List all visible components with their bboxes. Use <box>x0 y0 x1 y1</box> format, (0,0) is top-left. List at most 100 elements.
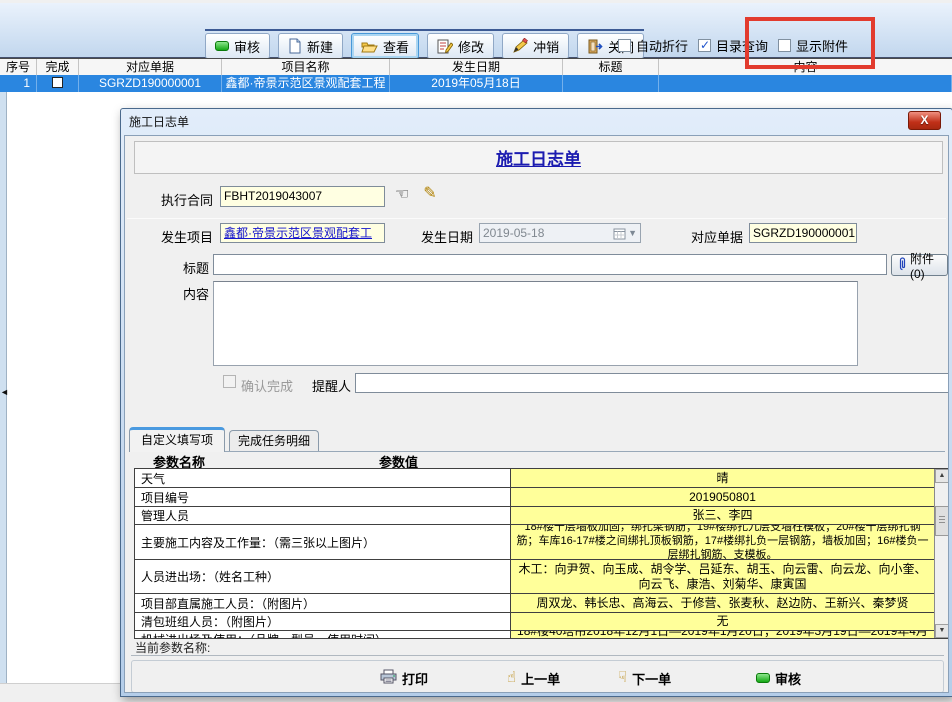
param-row[interactable]: 项目编号 2019050801 <box>135 488 934 507</box>
param-row[interactable]: 天气 晴 <box>135 469 934 488</box>
view-button-label: 查看 <box>383 37 409 56</box>
column-header-project[interactable]: 项目名称 <box>222 59 390 76</box>
param-row[interactable]: 机械进出场及使用：（品牌、型号、使用时间） 18#楼40塔吊2018年12月1日… <box>135 631 934 639</box>
project-link[interactable]: 鑫都·帝景示范区景观配套工 <box>224 226 372 240</box>
param-name: 清包班组人员：（附图片） <box>135 613 511 630</box>
column-header-seq[interactable]: 序号 <box>0 59 37 76</box>
param-name: 管理人员 <box>135 507 511 524</box>
approve-button[interactable]: 审核 <box>205 33 270 59</box>
dialog-footer: 打印 ☝ 上一单 ☟ 下一单 审核 <box>131 660 944 693</box>
row-seq: 1 <box>0 75 37 92</box>
column-header-title[interactable]: 标题 <box>563 59 659 76</box>
approve-icon <box>215 41 229 51</box>
title-label: 标题 <box>175 258 209 277</box>
content-textarea[interactable] <box>213 281 858 366</box>
dropdown-arrow-icon[interactable]: ▼ <box>628 224 637 242</box>
dialog-approve-button[interactable]: 审核 <box>756 667 801 689</box>
edit-pencil-icon[interactable]: ✎ <box>421 185 439 203</box>
scroll-down-icon[interactable]: ▼ <box>935 624 949 638</box>
param-row[interactable]: 项目部直属施工人员：（附图片） 周双龙、韩长忠、高海云、于修营、张麦秋、赵边防、… <box>135 594 934 613</box>
param-row[interactable]: 主要施工内容及工作量：（需三张以上图片） 18#楼十层墙板加固，绑扎梁钢筋；19… <box>135 525 934 560</box>
prev-record-label: 上一单 <box>521 669 560 688</box>
catalog-query-checkbox[interactable] <box>698 39 711 52</box>
close-x-icon: X <box>920 113 928 127</box>
dialog-heading-band: 施工日志单 <box>134 141 943 174</box>
autowrap-checkbox-group[interactable]: 自动折行 <box>618 36 688 55</box>
print-button-label: 打印 <box>402 669 428 688</box>
param-rows: 天气 晴 项目编号 2019050801 管理人员 张三、李四 主要施工内容及工… <box>135 469 934 639</box>
title-input[interactable] <box>213 254 887 275</box>
row-project-name: 鑫都·帝景示范区景观配套工程 <box>222 75 390 92</box>
param-value[interactable]: 2019050801 <box>511 488 934 506</box>
reminder-label: 提醒人 <box>311 376 351 395</box>
hand-up-icon: ☝ <box>507 670 516 686</box>
row-done-cell <box>37 75 79 92</box>
dialog-title: 施工日志单 <box>129 115 189 129</box>
dialog-approve-label: 审核 <box>775 669 801 688</box>
param-table-scrollbar[interactable]: ▲ ▼ <box>934 469 949 638</box>
column-header-doc[interactable]: 对应单据 <box>79 59 222 76</box>
tab-custom-fields[interactable]: 自定义填写项 <box>129 427 225 452</box>
date-label: 发生日期 <box>413 227 473 246</box>
param-value[interactable]: 晴 <box>511 469 934 487</box>
dialog-titlebar[interactable]: 施工日志单 X <box>124 109 949 135</box>
param-name: 项目编号 <box>135 488 511 506</box>
param-value[interactable]: 木工：向尹贺、向玉成、胡令学、吕延东、胡玉、向云雷、向云龙、向小奎、向云飞、康浩… <box>511 560 934 593</box>
reminder-input[interactable] <box>355 373 949 393</box>
row-content <box>659 75 952 92</box>
param-value[interactable]: 张三、李四 <box>511 507 934 524</box>
prev-record-button[interactable]: ☝ 上一单 <box>507 667 560 689</box>
new-button[interactable]: 新建 <box>278 33 343 59</box>
annotation-rectangle <box>745 17 875 69</box>
doc-input[interactable]: SGRZD190000001 <box>749 223 857 243</box>
content-label: 内容 <box>181 284 209 303</box>
doc-label: 对应单据 <box>683 227 743 246</box>
print-button[interactable]: 打印 <box>380 667 428 689</box>
param-row[interactable]: 人员进出场：（姓名工种） 木工：向尹贺、向玉成、胡令学、吕延东、胡玉、向云雷、向… <box>135 560 934 594</box>
autowrap-checkbox[interactable] <box>618 39 631 52</box>
param-table: 天气 晴 项目编号 2019050801 管理人员 张三、李四 主要施工内容及工… <box>134 468 949 639</box>
tab-task-detail[interactable]: 完成任务明细 <box>229 430 319 452</box>
next-record-button[interactable]: ☟ 下一单 <box>618 667 671 689</box>
writeoff-button-label: 冲销 <box>533 37 559 56</box>
attachment-button[interactable]: 附件 (0) <box>891 254 948 276</box>
param-row[interactable]: 管理人员 张三、李四 <box>135 507 934 525</box>
modify-button[interactable]: 修改 <box>427 33 494 59</box>
collapse-panel-handle[interactable]: ◄ <box>0 388 9 397</box>
new-document-icon <box>288 38 302 54</box>
contract-label: 执行合同 <box>151 190 213 209</box>
param-value[interactable]: 周双龙、韩长忠、高海云、于修营、张麦秋、赵边防、王新兴、秦梦贤 <box>511 594 934 612</box>
date-picker[interactable]: 2019-05-18 ▼ <box>479 223 641 243</box>
param-value[interactable]: 无 <box>511 613 934 630</box>
param-name: 人员进出场：（姓名工种） <box>135 560 511 593</box>
row-done-checkbox[interactable] <box>52 77 63 88</box>
table-row[interactable]: 1 SGRZD190000001 鑫都·帝景示范区景观配套工程 2019年05月… <box>0 75 952 92</box>
project-link-input[interactable]: 鑫都·帝景示范区景观配套工 <box>220 223 385 243</box>
writeoff-pencil-icon <box>512 38 528 54</box>
status-bar: 当前参数名称: <box>131 641 944 656</box>
modify-notepad-icon <box>437 38 453 54</box>
writeoff-button[interactable]: 冲销 <box>502 33 569 59</box>
hand-down-icon: ☟ <box>618 670 627 686</box>
project-label: 发生项目 <box>153 227 213 246</box>
modify-button-label: 修改 <box>458 37 484 56</box>
param-name: 项目部直属施工人员：（附图片） <box>135 594 511 612</box>
column-header-date[interactable]: 发生日期 <box>390 59 563 76</box>
hand-select-icon[interactable]: ☜ <box>393 186 411 204</box>
new-button-label: 新建 <box>307 37 333 56</box>
dialog-heading: 施工日志单 <box>496 145 581 170</box>
confirm-done-checkbox[interactable] <box>223 375 236 388</box>
param-value[interactable]: 18#楼40塔吊2018年12月1日—2019年1月20日；2019年3月19日… <box>511 631 934 639</box>
column-header-done[interactable]: 完成 <box>37 59 79 76</box>
next-record-label: 下一单 <box>632 669 671 688</box>
param-value[interactable]: 18#楼十层墙板加固，绑扎梁钢筋；19#楼绑扎九层支墙柱模板；20#楼十层绑扎钢… <box>511 525 934 559</box>
scroll-up-icon[interactable]: ▲ <box>935 469 949 483</box>
param-name: 天气 <box>135 469 511 487</box>
approve-button-label: 审核 <box>234 37 260 56</box>
scrollbar-thumb[interactable] <box>935 506 949 536</box>
contract-input[interactable]: FBHT2019043007 <box>220 186 385 207</box>
dialog-close-button[interactable]: X <box>908 111 941 130</box>
view-button[interactable]: 查看 <box>351 33 419 59</box>
row-title <box>563 75 659 92</box>
param-row[interactable]: 清包班组人员：（附图片） 无 <box>135 613 934 631</box>
